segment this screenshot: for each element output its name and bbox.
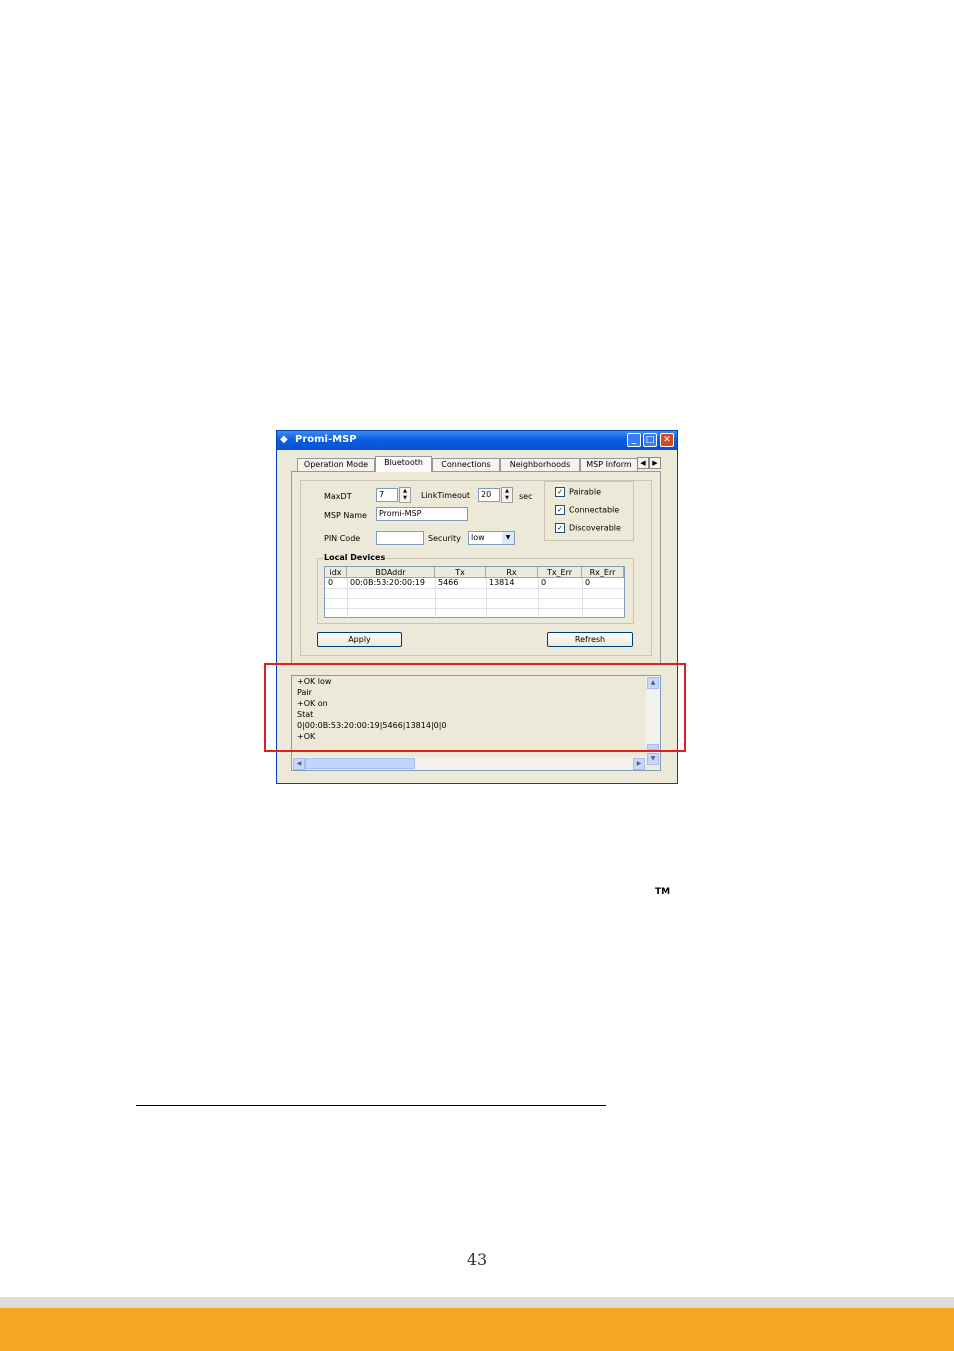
msp-name-input[interactable]: Promi-MSP	[376, 507, 468, 521]
tab-scroll-left-icon[interactable]: ◀	[637, 457, 649, 469]
tab-operation-mode[interactable]: Operation Mode	[297, 458, 375, 471]
refresh-button[interactable]: Refresh	[547, 632, 633, 647]
check-icon: ✓	[555, 487, 565, 497]
discoverable-label: Discoverable	[569, 523, 621, 533]
maxdt-label: MaxDT	[324, 492, 352, 501]
local-devices-legend: Local Devices	[323, 553, 387, 562]
scroll-right-icon[interactable]: ▶	[633, 758, 645, 770]
page-number: 43	[466, 1250, 488, 1269]
col-rx[interactable]: Rx	[486, 567, 538, 578]
bluetooth-panel: MaxDT 7 ▲ ▼ LinkTimeout 20 ▲ ▼ sec MSP Nam…	[291, 471, 661, 665]
close-button[interactable]: ✕	[660, 433, 674, 447]
flags-group: ✓ Pairable ✓ Connectable ✓ Discoverable	[544, 481, 634, 541]
grid-line	[325, 588, 624, 589]
tab-connections[interactable]: Connections	[432, 458, 500, 471]
local-devices-list[interactable]: idx BDAddr Tx Rx Tx_Err Rx_Err 0 00:0B:5…	[324, 566, 625, 618]
apply-button[interactable]: Apply	[317, 632, 402, 647]
linktimeout-input[interactable]: 20	[478, 488, 500, 502]
msp-name-label: MSP Name	[324, 511, 367, 520]
linktimeout-label: LinkTimeout	[421, 491, 471, 500]
linktimeout-spinner[interactable]: ▲ ▼	[501, 487, 513, 503]
table-cell: 5466	[438, 578, 459, 587]
title-bar[interactable]: ◆ Promi-MSP _ □ ✕	[277, 431, 677, 450]
app-icon: ◆	[280, 434, 288, 445]
col-tx[interactable]: Tx	[435, 567, 486, 578]
chevron-down-icon[interactable]: ▼	[502, 532, 514, 544]
check-icon: ✓	[555, 505, 565, 515]
col-bdaddr[interactable]: BDAddr	[347, 567, 435, 578]
window-title: Promi-MSP	[295, 434, 357, 445]
col-rx-err[interactable]: Rx_Err	[582, 567, 624, 578]
footer-orange-band	[0, 1308, 954, 1351]
check-icon: ✓	[555, 523, 565, 533]
table-cell: 0	[328, 578, 334, 587]
security-value: low	[471, 533, 485, 542]
maxdt-spinner[interactable]: ▲ ▼	[399, 487, 411, 503]
col-idx[interactable]: idx	[325, 567, 347, 578]
table-cell: 0	[585, 578, 591, 587]
scroll-left-icon[interactable]: ◀	[293, 758, 305, 770]
local-devices-group: Local Devices idx BDAddr Tx Rx Tx_Err Rx…	[317, 553, 634, 624]
maximize-button[interactable]: □	[643, 433, 657, 447]
scroll-down-icon[interactable]: ▼	[647, 753, 659, 765]
discoverable-checkbox[interactable]: ✓ Discoverable	[555, 523, 621, 533]
tab-bluetooth[interactable]: Bluetooth	[375, 456, 432, 472]
footnote-rule	[136, 1105, 606, 1106]
tab-scroll-right-icon[interactable]: ▶	[649, 457, 661, 469]
grid-line	[325, 598, 624, 599]
pairable-checkbox[interactable]: ✓ Pairable	[555, 487, 601, 497]
table-cell: 0	[541, 578, 547, 587]
connectable-label: Connectable	[569, 505, 620, 515]
security-label: Security	[428, 534, 461, 543]
pin-code-label: PIN Code	[324, 534, 361, 543]
table-cell: 00:0B:53:20:00:19	[350, 578, 425, 587]
sec-label: sec	[519, 492, 533, 501]
tab-neighborhoods[interactable]: Neighborhoods	[500, 458, 580, 471]
tab-msp-inform[interactable]: MSP Inform	[580, 458, 638, 471]
trademark-symbol: TM	[655, 887, 671, 897]
horizontal-scroll-thumb[interactable]	[305, 758, 415, 769]
pairable-label: Pairable	[569, 487, 602, 497]
grid-line	[325, 608, 624, 609]
pin-code-input[interactable]	[376, 531, 424, 545]
footer-grey-band	[0, 1297, 954, 1308]
maxdt-input[interactable]: 7	[376, 488, 398, 502]
minimize-button[interactable]: _	[627, 433, 641, 447]
col-tx-err[interactable]: Tx_Err	[538, 567, 582, 578]
log-horizontal-scrollbar[interactable]: ◀ ▶	[292, 757, 646, 770]
bluetooth-settings-frame: MaxDT 7 ▲ ▼ LinkTimeout 20 ▲ ▼ sec MSP Nam…	[300, 480, 652, 656]
connectable-checkbox[interactable]: ✓ Connectable	[555, 505, 619, 515]
table-cell: 13814	[489, 578, 515, 587]
security-select[interactable]: low ▼	[468, 531, 515, 545]
highlight-box	[264, 663, 686, 752]
